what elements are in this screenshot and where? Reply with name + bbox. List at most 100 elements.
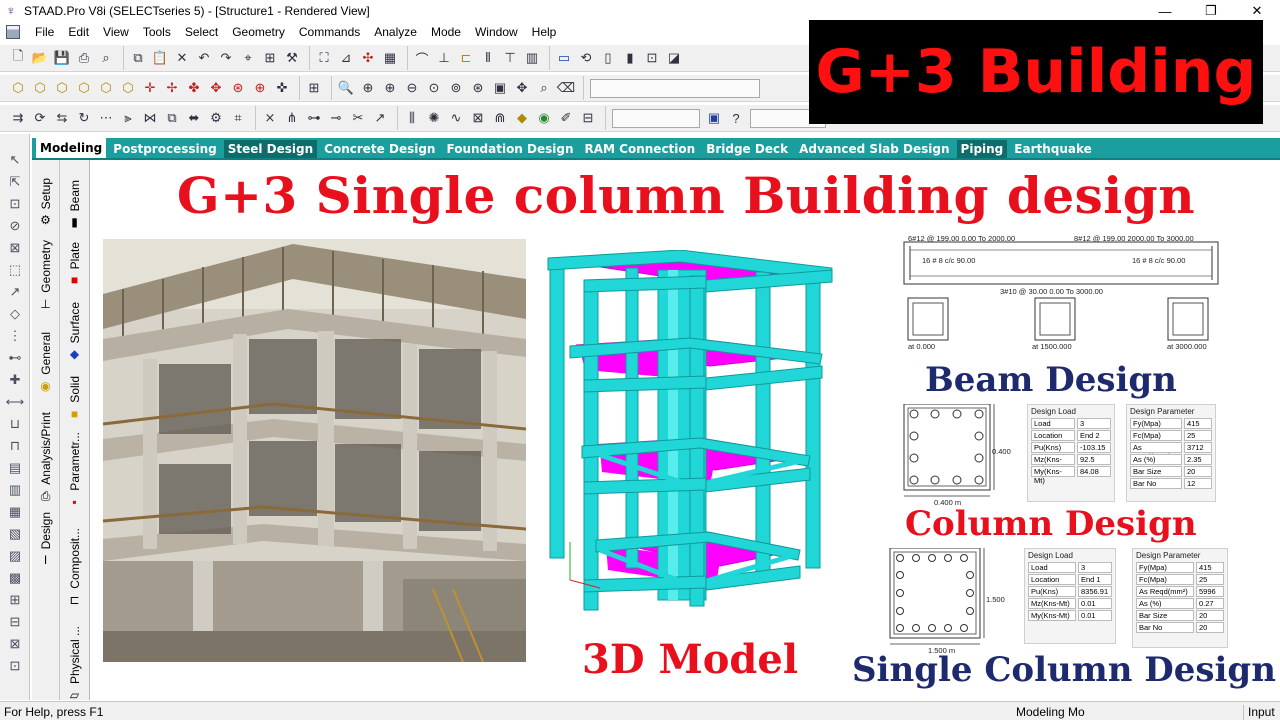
paste-icon[interactable]: 📋 (150, 48, 170, 68)
view-iso-icon[interactable]: ◪ (664, 48, 684, 68)
print-preview-icon[interactable]: ⌕ (96, 48, 116, 68)
select-surfaces-icon[interactable]: ⬡ (96, 78, 116, 98)
menu-edit[interactable]: Edit (61, 22, 96, 42)
pointer-icon[interactable]: ↖ (5, 150, 25, 170)
split-beam-icon[interactable]: ⋔ (282, 108, 302, 128)
zoom-previous-icon[interactable]: ⊙ (424, 78, 444, 98)
menu-analyze[interactable]: Analyze (367, 22, 424, 42)
table-icon[interactable]: ▧ (5, 524, 25, 544)
beam-tools-icon[interactable]: ⫼ (402, 108, 422, 128)
vtab-physical[interactable]: Physical ... ▱ (60, 626, 89, 702)
deflection-icon[interactable]: ⊟ (5, 612, 25, 632)
new-file-icon[interactable]: 🗋 (8, 48, 28, 68)
select-solids-icon[interactable]: ⬡ (74, 78, 94, 98)
connect-beams-icon[interactable]: ⋈ (140, 108, 160, 128)
save-icon[interactable]: 💾 (52, 48, 72, 68)
intersect-icon[interactable]: ⨯ (260, 108, 280, 128)
rotate-icon[interactable]: ↻ (74, 108, 94, 128)
render-icon[interactable]: ◆ (512, 108, 532, 128)
zoom-out-icon[interactable]: ⊖ (402, 78, 422, 98)
mirror-icon[interactable]: ⇆ (52, 108, 72, 128)
circular-repeat-icon[interactable]: ⟳ (30, 108, 50, 128)
zoom-extents-icon[interactable]: ⊛ (468, 78, 488, 98)
copy-structure-icon[interactable]: ⧉ (162, 108, 182, 128)
select-cursor-icon[interactable]: ⇱ (5, 172, 25, 192)
spec-icon[interactable]: ⊤ (500, 48, 520, 68)
vtab-analysis-print[interactable]: Analysis/Print ⎙ (32, 412, 59, 503)
geometry-cursor-icon[interactable]: ⊕ (250, 78, 270, 98)
vtab-general[interactable]: General ◉ (32, 332, 59, 393)
tab-bridge-deck[interactable]: Bridge Deck (702, 140, 792, 158)
rotate-view-icon[interactable]: ⟲ (576, 48, 596, 68)
section-icon[interactable]: ⊞ (5, 590, 25, 610)
load-view-icon[interactable]: ⊔ (5, 414, 25, 434)
maximize-button[interactable]: ❐ (1188, 0, 1234, 22)
vtab-solid[interactable]: Solid ■ (60, 376, 89, 421)
cursor-icon[interactable]: ✜ (272, 78, 292, 98)
display-icon[interactable]: ▣ (704, 108, 724, 128)
vtab-plate[interactable]: Plate ■ (60, 242, 89, 287)
vtab-beam[interactable]: Beam ▮ (60, 180, 89, 229)
plate-select-icon[interactable]: ⊠ (5, 238, 25, 258)
design-icon[interactable]: ▥ (5, 480, 25, 500)
beam-cursor-icon[interactable]: ✢ (162, 78, 182, 98)
plate-cursor-icon[interactable]: ✤ (184, 78, 204, 98)
copy-icon[interactable]: ⧉ (128, 48, 148, 68)
undo-icon[interactable]: ↶ (194, 48, 214, 68)
minimize-button[interactable]: — (1142, 0, 1188, 22)
snap-icon[interactable]: ⌖ (238, 48, 258, 68)
snap-grid-icon[interactable]: ⋮ (5, 326, 25, 346)
report-icon[interactable]: ▤ (5, 458, 25, 478)
close-button[interactable]: ✕ (1234, 0, 1280, 22)
merge-icon[interactable]: ⊶ (304, 108, 324, 128)
redo-icon[interactable]: ↷ (216, 48, 236, 68)
menu-window[interactable]: Window (468, 22, 525, 42)
view-top-icon[interactable]: ⊡ (642, 48, 662, 68)
tab-modeling[interactable]: Modeling (36, 138, 107, 158)
menu-help[interactable]: Help (525, 22, 564, 42)
settings-gear-icon[interactable]: ⚙ (206, 108, 226, 128)
menu-view[interactable]: View (96, 22, 136, 42)
tab-earthquake[interactable]: Earthquake (1010, 140, 1096, 158)
animate-icon[interactable]: ▨ (5, 546, 25, 566)
tab-advanced-slab-design[interactable]: Advanced Slab Design (795, 140, 953, 158)
surface-cursor-icon[interactable]: ⊛ (228, 78, 248, 98)
vtab-parametric[interactable]: Parametr... ▪ (60, 432, 89, 509)
zoom-in-icon[interactable]: 🔍 (336, 78, 356, 98)
solid-select-icon[interactable]: ⬚ (5, 260, 25, 280)
tab-ram-connection[interactable]: RAM Connection (581, 140, 700, 158)
select-plates-icon[interactable]: ⬡ (52, 78, 72, 98)
mode-icon[interactable]: ⊡ (5, 656, 25, 676)
tab-steel-design[interactable]: Steel Design (223, 140, 318, 158)
support-icon[interactable]: ⊥ (434, 48, 454, 68)
menu-select[interactable]: Select (178, 22, 225, 42)
menu-tools[interactable]: Tools (136, 22, 178, 42)
chart-icon[interactable]: ▦ (5, 502, 25, 522)
arc-icon[interactable]: ⌒ (412, 48, 432, 68)
zoom-all-icon[interactable]: ⊚ (446, 78, 466, 98)
draw-beam-icon[interactable]: ↗ (5, 282, 25, 302)
renumber-icon[interactable]: ⌗ (228, 108, 248, 128)
hammer-icon[interactable]: ⚒ (282, 48, 302, 68)
select-beams-icon[interactable]: ⬡ (30, 78, 50, 98)
vtab-surface[interactable]: Surface ◆ (60, 302, 89, 361)
select-nodes-icon[interactable]: ⬡ (8, 78, 28, 98)
menu-mode[interactable]: Mode (424, 22, 468, 42)
magnet-icon[interactable]: ⋒ (490, 108, 510, 128)
erase-icon[interactable]: ⌫ (556, 78, 576, 98)
delete-icon[interactable]: ✕ (172, 48, 192, 68)
view-icon[interactable]: ▭ (554, 48, 574, 68)
radial-icon[interactable]: ✺ (424, 108, 444, 128)
select-geometry-icon[interactable]: ⬡ (118, 78, 138, 98)
measure-distance-icon[interactable]: ⟷ (5, 392, 25, 412)
tab-postprocessing[interactable]: Postprocessing (109, 140, 220, 158)
structure-wizard-icon[interactable]: ⛶ (314, 48, 334, 68)
add-beam-icon[interactable]: ⊿ (336, 48, 356, 68)
member-property-icon[interactable]: ⫴ (478, 48, 498, 68)
translational-repeat-icon[interactable]: ⇉ (8, 108, 28, 128)
surface-mesh-icon[interactable]: ⊠ (468, 108, 488, 128)
add-beam-between-icon[interactable]: ⫸ (118, 108, 138, 128)
release-icon[interactable]: ▥ (522, 48, 542, 68)
tab-piping[interactable]: Piping (956, 140, 1008, 158)
view-combo[interactable] (590, 78, 760, 98)
